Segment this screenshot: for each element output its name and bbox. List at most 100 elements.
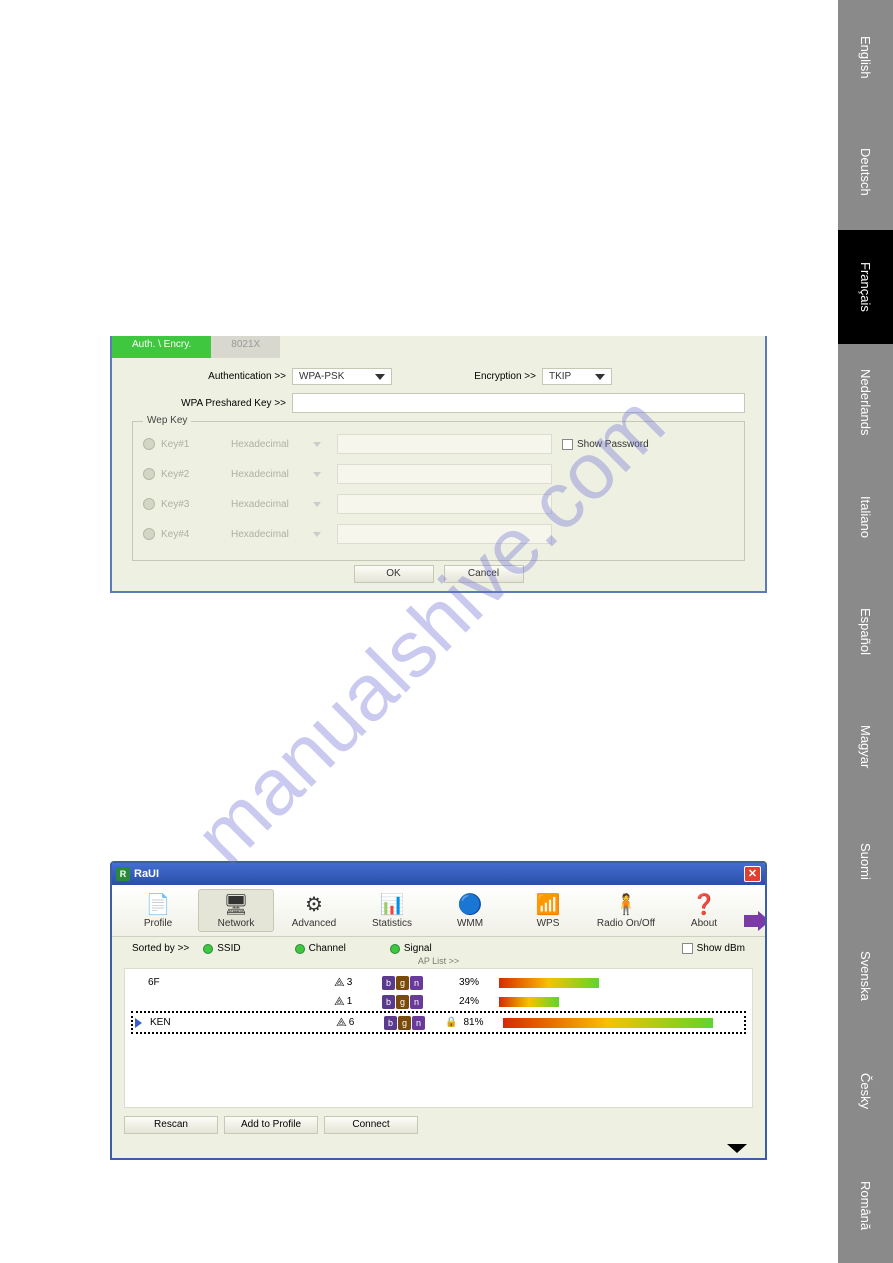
lang-tab-magyar[interactable]: Magyar: [838, 689, 893, 804]
chevron-down-icon: [595, 374, 605, 380]
radio-icon[interactable]: [143, 498, 155, 510]
lang-tab-română[interactable]: Română: [838, 1148, 893, 1263]
lang-tab-česky[interactable]: Česky: [838, 1033, 893, 1148]
psk-input[interactable]: [292, 393, 745, 413]
lang-tab-svenska[interactable]: Svenska: [838, 919, 893, 1034]
wps-icon: 📶: [532, 892, 564, 916]
network-signal-pct: 81%: [463, 1017, 497, 1028]
lang-tab-suomi[interactable]: Suomi: [838, 804, 893, 919]
add-to-profile-button[interactable]: Add to Profile: [224, 1116, 318, 1134]
network-channel: ⟁3: [334, 975, 376, 990]
toolbar-wmm[interactable]: 🔵WMM: [432, 889, 508, 932]
lang-tab-nederlands[interactable]: Nederlands: [838, 344, 893, 459]
network-ssid: 6F: [148, 977, 328, 988]
network-channel: ⟁1: [334, 994, 376, 1009]
lang-tab-français[interactable]: Français: [838, 230, 893, 345]
sort-channel[interactable]: Channel: [295, 943, 346, 954]
lang-tab-italiano[interactable]: Italiano: [838, 459, 893, 574]
toolbar: 📄Profile🖥Network⚙Advanced📊Statistics🔵WMM…: [112, 885, 765, 937]
close-button[interactable]: ✕: [744, 866, 761, 882]
tab-auth-encry[interactable]: Auth. \ Encry.: [112, 336, 211, 358]
toolbar-wps[interactable]: 📶WPS: [510, 889, 586, 932]
lang-tab-deutsch[interactable]: Deutsch: [838, 115, 893, 230]
network-row[interactable]: ⟁1bgn24%: [131, 992, 746, 1011]
wep-mode-select[interactable]: Hexadecimal: [231, 529, 321, 540]
network-modes: bgn: [384, 1016, 439, 1030]
toolbar-about[interactable]: ❓About: [666, 889, 742, 932]
mode-b-icon: b: [384, 1016, 397, 1030]
wep-key-row: Key#3 Hexadecimal: [143, 494, 734, 514]
wep-key-legend: Wep Key: [143, 415, 191, 426]
show-dbm-checkbox[interactable]: Show dBm: [682, 943, 745, 954]
selected-indicator-icon: [135, 1018, 142, 1028]
app-icon: R: [116, 867, 130, 881]
signal-bar: [503, 1018, 713, 1028]
encryption-label: Encryption >>: [422, 371, 542, 382]
wep-key-input[interactable]: [337, 524, 552, 544]
radio-icon[interactable]: [143, 468, 155, 480]
statistics-icon: 📊: [376, 892, 408, 916]
connect-button[interactable]: Connect: [324, 1116, 418, 1134]
chevron-down-icon: [313, 502, 321, 507]
wep-mode-select[interactable]: Hexadecimal: [231, 499, 321, 510]
wmm-icon: 🔵: [454, 892, 486, 916]
toolbar-radioonoff[interactable]: 🧍Radio On/Off: [588, 889, 664, 932]
radio-icon: [203, 944, 213, 954]
chevron-down-icon: [375, 374, 385, 380]
ok-button[interactable]: OK: [354, 565, 434, 583]
rescan-button[interactable]: Rescan: [124, 1116, 218, 1134]
network-modes: bgn: [382, 976, 437, 990]
lock-icon: 🔒: [445, 1017, 457, 1028]
psk-label: WPA Preshared Key >>: [132, 398, 292, 409]
language-sidebar: EnglishDeutschFrançaisNederlandsItaliano…: [838, 0, 893, 1263]
toolbar-advanced[interactable]: ⚙Advanced: [276, 889, 352, 932]
wep-key-label: Key#2: [161, 469, 211, 480]
wep-key-label: Key#3: [161, 499, 211, 510]
radio-icon[interactable]: [143, 528, 155, 540]
signal-bar: [499, 978, 599, 988]
lang-tab-español[interactable]: Español: [838, 574, 893, 689]
checkbox-icon: [562, 439, 573, 450]
show-password-checkbox[interactable]: Show Password: [562, 439, 649, 450]
network-row[interactable]: KEN⟁6bgn🔒81%: [131, 1011, 746, 1034]
channel-icon: ⟁: [334, 994, 345, 1009]
encryption-value: TKIP: [549, 371, 571, 382]
expand-button[interactable]: [112, 1140, 765, 1158]
window-title: RaUI: [134, 868, 159, 880]
wep-mode-select[interactable]: Hexadecimal: [231, 439, 321, 450]
sort-signal[interactable]: Signal: [390, 943, 432, 954]
auth-encryption-dialog: Auth. \ Encry. 8021X Authentication >> W…: [110, 336, 767, 593]
toolbar-profile[interactable]: 📄Profile: [120, 889, 196, 932]
mode-n-icon: n: [410, 976, 423, 990]
lang-tab-english[interactable]: English: [838, 0, 893, 115]
chevron-down-icon: [727, 1144, 747, 1153]
mode-b-icon: b: [382, 976, 395, 990]
sort-ssid[interactable]: SSID: [203, 943, 240, 954]
network-signal-pct: 39%: [459, 977, 493, 988]
wep-key-input[interactable]: [337, 494, 552, 514]
mode-g-icon: g: [396, 995, 409, 1009]
wep-key-row: Key#2 Hexadecimal: [143, 464, 734, 484]
cancel-button[interactable]: Cancel: [444, 565, 524, 583]
wep-key-input[interactable]: [337, 464, 552, 484]
authentication-select[interactable]: WPA-PSK: [292, 368, 392, 385]
chevron-down-icon: [313, 532, 321, 537]
about-icon: ❓: [688, 892, 720, 916]
mode-b-icon: b: [382, 995, 395, 1009]
next-arrow-button[interactable]: [744, 910, 767, 932]
mode-n-icon: n: [412, 1016, 425, 1030]
network-ssid: KEN: [150, 1017, 330, 1028]
radio-icon[interactable]: [143, 438, 155, 450]
network-row[interactable]: 6F ⟁3 bgn 39%: [131, 973, 746, 992]
tab-8021x[interactable]: 8021X: [211, 336, 280, 358]
wep-key-input[interactable]: [337, 434, 552, 454]
ap-list: 6F⟁3bgn39%⟁1bgn24%KEN⟁6bgn🔒81%: [124, 968, 753, 1108]
wep-mode-select[interactable]: Hexadecimal: [231, 469, 321, 480]
encryption-select[interactable]: TKIP: [542, 368, 612, 385]
channel-icon: ⟁: [334, 975, 345, 990]
signal-bar: [499, 997, 559, 1007]
profile-icon: 📄: [142, 892, 174, 916]
mode-g-icon: g: [398, 1016, 411, 1030]
toolbar-network[interactable]: 🖥Network: [198, 889, 274, 932]
toolbar-statistics[interactable]: 📊Statistics: [354, 889, 430, 932]
